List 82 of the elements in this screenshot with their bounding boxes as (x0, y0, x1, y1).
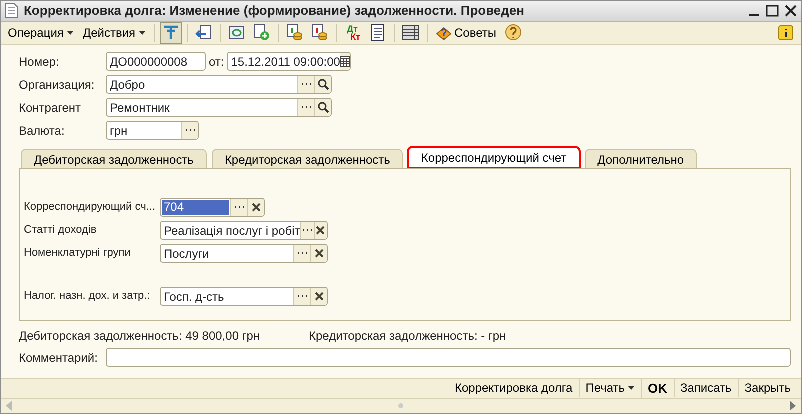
select-button[interactable] (293, 245, 310, 262)
calendar-icon (340, 56, 350, 67)
field-label: Налог. назн. дох. и затр.: (24, 289, 152, 304)
date-field[interactable]: 15.12.2011 09:00:00 (227, 52, 352, 71)
ellipsis-icon (300, 83, 312, 86)
reference-field[interactable]: Ремонтник (106, 98, 332, 117)
field-label: Комментарий: (19, 350, 99, 366)
ellipsis-icon (296, 295, 308, 298)
tab[interactable]: Кредиторская задолженность (212, 148, 404, 168)
field-label: Организация: (19, 76, 96, 94)
field-label: Номенклатурні групи (24, 246, 132, 262)
clear-icon (252, 203, 260, 212)
clear-button[interactable] (247, 199, 264, 216)
total-text: Кредиторская задолженность: - грн (309, 328, 506, 344)
menu-button[interactable]: Операция (5, 22, 77, 42)
document-arrow-icon (194, 24, 213, 42)
input-field[interactable]: Реалізація послуг і робіт (160, 221, 328, 240)
document-plus-icon (252, 24, 271, 42)
ellipsis-icon (296, 252, 308, 255)
debit-credit-button[interactable]: Дт Кт (342, 22, 364, 44)
help-button[interactable] (502, 22, 524, 44)
info-icon (778, 24, 794, 40)
field-label: Контрагент (19, 100, 82, 116)
coins-icon (286, 24, 304, 42)
field-label: Статті доходів (24, 223, 98, 238)
scroll-left-icon (5, 401, 13, 411)
ellipsis-icon (300, 106, 312, 109)
ellipsis-icon (302, 229, 313, 232)
caret-icon (138, 30, 146, 34)
clear-button[interactable] (310, 288, 327, 305)
menu-button[interactable]: Действия (80, 22, 149, 42)
scroll-thumb-icon (398, 403, 404, 409)
input-field[interactable]: Послуги (160, 244, 328, 263)
field-label: Валюта: (19, 122, 66, 140)
field-label: Номер: (19, 54, 60, 70)
clear-button[interactable] (310, 245, 327, 262)
window-title: Корректировка долга: Изменение (формирование) задолженности. Проведен (24, 2, 526, 20)
document-icon (5, 3, 18, 18)
input-field[interactable]: Госп. д-сть (160, 287, 328, 306)
select-button[interactable] (300, 222, 314, 239)
coins-icon (310, 24, 329, 42)
search-icon (318, 102, 328, 113)
search-button[interactable] (314, 99, 331, 116)
total-text: Дебиторская задолженность: 49 800,00 грн (19, 328, 262, 344)
select-button[interactable] (230, 199, 247, 216)
clear-icon (314, 292, 324, 301)
ellipsis-icon (184, 129, 196, 132)
help-icon (505, 24, 522, 41)
select-button[interactable] (181, 122, 198, 139)
maximize-icon[interactable] (766, 4, 779, 17)
tab[interactable]: Корреспондирующий счет (408, 146, 580, 168)
scroll-right-icon (789, 401, 797, 411)
number-field[interactable]: ДО000000008 (106, 52, 206, 71)
footer-button[interactable]: Закрыть (738, 379, 797, 398)
comment-field[interactable] (106, 348, 791, 367)
currency-field[interactable]: грн (106, 121, 199, 140)
tab[interactable]: Дебиторская задолженность (21, 148, 207, 168)
select-button[interactable] (297, 99, 314, 116)
ellipsis-icon (234, 206, 244, 209)
tab[interactable]: Дополнительно (584, 148, 698, 168)
table-icon (402, 24, 420, 42)
close-icon[interactable] (785, 4, 797, 17)
caret-icon (66, 30, 74, 34)
footer-button[interactable]: Печать (578, 379, 641, 398)
filter-icon (162, 24, 180, 42)
caret-icon (628, 386, 635, 390)
clear-icon (316, 226, 326, 235)
search-icon (318, 79, 328, 90)
input-field[interactable]: 704 (160, 198, 265, 217)
field-label: Корреспондирующий сч... (24, 200, 157, 216)
reference-field[interactable]: Добро (106, 75, 332, 94)
footer-button[interactable]: Корректировка долга (448, 379, 579, 398)
select-button[interactable] (297, 76, 314, 93)
search-button[interactable] (314, 76, 331, 93)
select-button[interactable] (293, 288, 310, 305)
footer-button[interactable]: Записать (674, 379, 738, 398)
clear-button[interactable] (314, 222, 327, 239)
tips-button[interactable]: Советы (432, 22, 500, 42)
field-label: от: (209, 54, 224, 70)
scrollbar[interactable] (1, 398, 801, 413)
list-document-icon (368, 24, 387, 42)
clear-icon (314, 249, 324, 258)
